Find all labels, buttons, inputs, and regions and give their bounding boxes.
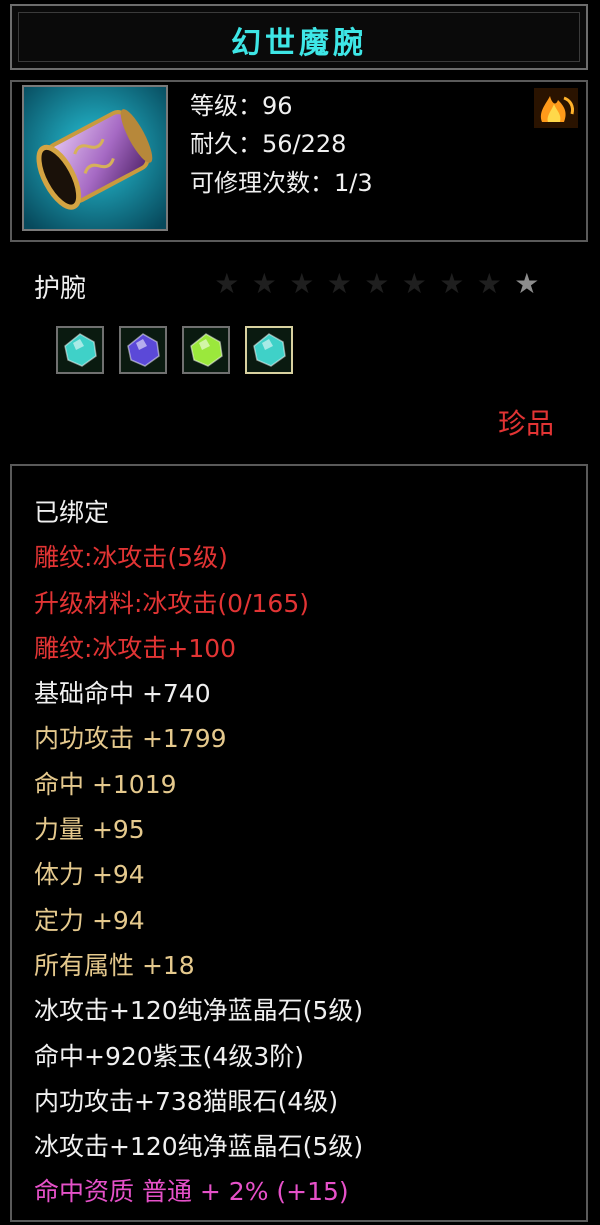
attribute-line: 所有属性 +18 [34, 950, 195, 980]
gem-slot[interactable] [245, 326, 293, 374]
attribute-line: 基础命中 +740 [34, 679, 211, 709]
attribute-line: 已绑定 [34, 498, 110, 527]
star-lit-icon: ★ [514, 267, 540, 300]
star-empty-icon: ★ [251, 267, 277, 300]
attribute-line: 力量 +95 [34, 815, 145, 845]
gem-slot[interactable] [119, 326, 167, 374]
attribute-line: 命中资质 普通 + 2% (+15) [34, 1177, 349, 1207]
item-name: 幻世魔腕 [231, 26, 367, 61]
star-empty-icon: ★ [401, 267, 427, 300]
cyan-gem-icon [64, 333, 97, 367]
star-empty-icon: ★ [326, 267, 352, 300]
wristguard-icon[interactable] [22, 85, 168, 231]
attribute-line: 体力 +94 [34, 860, 145, 890]
durability-line: 耐久：56/228 [190, 130, 347, 158]
attribute-list: 已绑定雕纹:冰攻击(5级) 升级材料:冰攻击(0/165) 雕纹:冰攻击+100 基础… [34, 490, 363, 1215]
level-line: 等级：96 [190, 92, 293, 120]
attribute-line: 内功攻击+738猫眼石(4级) [34, 1086, 339, 1116]
rarity-label: 珍品 [497, 407, 554, 440]
repair-count-line: 可修理次数：1/3 [190, 169, 373, 197]
attribute-line: 定力 +94 [34, 905, 145, 935]
cyan-gem-icon [253, 333, 286, 367]
attribute-line: 冰攻击+120纯净蓝晶石(5级) [34, 1132, 364, 1162]
gem-slot[interactable] [56, 326, 104, 374]
title-bar: 幻世魔腕 [10, 4, 588, 70]
star-empty-icon: ★ [289, 267, 315, 300]
attribute-line: 命中 +1019 [34, 769, 177, 799]
star-empty-icon: ★ [364, 267, 390, 300]
star-empty-icon: ★ [476, 267, 502, 300]
attribute-line: 内功攻击 +1799 [34, 724, 227, 754]
item-tooltip: 幻世魔腕 等级：96 耐久：56/228 可修理次数：1/3 护腕 ★ ★ ★ … [0, 0, 600, 1225]
item-type: 护腕 [34, 274, 87, 304]
attribute-line: 冰攻击+120纯净蓝晶石(5级) [34, 996, 364, 1026]
gem-slot[interactable] [182, 326, 230, 374]
attribute-line: 升级材料:冰攻击(0/165) [34, 588, 309, 618]
attribute-line: 雕纹:冰攻击+100 [34, 633, 237, 663]
attribute-line: 雕纹:冰攻击(5级) [34, 543, 228, 573]
flame-icon [534, 88, 578, 128]
star-empty-icon: ★ [439, 267, 465, 300]
purple-gem-icon [127, 333, 160, 367]
star-empty-icon: ★ [214, 267, 240, 300]
green-gem-icon [190, 333, 223, 367]
attribute-line: 命中+920紫玉(4级3阶) [34, 1041, 304, 1071]
star-rating: ★ ★ ★ ★ ★ ★ ★ ★ ★ [208, 266, 546, 302]
